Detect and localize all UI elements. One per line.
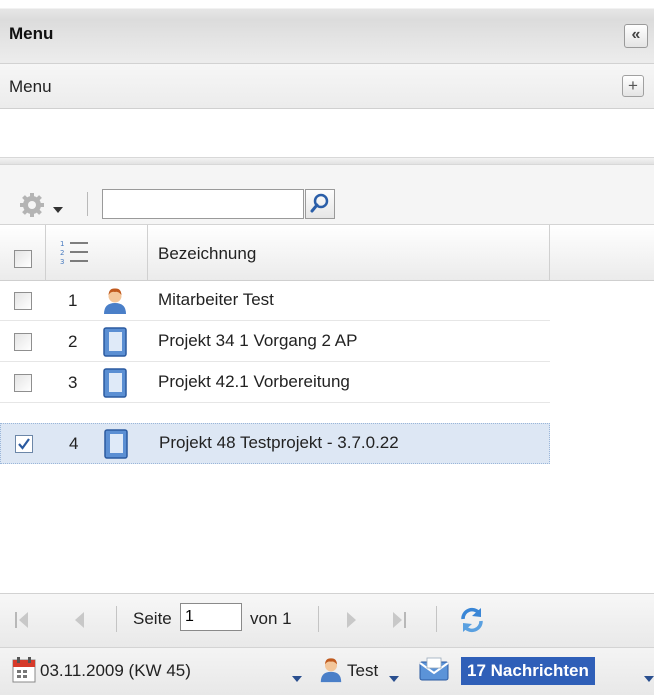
search-icon	[310, 193, 329, 213]
table-row[interactable]: 2 Projekt 34 1 Vorgang 2 AP	[0, 322, 550, 362]
table-row-selected[interactable]: 4 Projekt 48 Testprojekt - 3.7.0.22	[0, 423, 550, 464]
next-page-icon[interactable]	[345, 611, 359, 634]
calendar-icon[interactable]	[12, 657, 36, 688]
row-label: Projekt 34 1 Vorgang 2 AP	[158, 331, 358, 350]
row-label: Mitarbeiter Test	[158, 290, 274, 309]
menu-panel-title: Menu	[9, 24, 54, 43]
page-label: Seite	[133, 609, 172, 628]
grid-header	[0, 225, 654, 281]
page-total: von 1	[250, 609, 292, 628]
expand-menu-button[interactable]: +	[622, 75, 644, 97]
user-icon[interactable]	[318, 656, 344, 689]
search-input[interactable]	[102, 189, 304, 219]
pager-separator	[116, 606, 117, 632]
table-row[interactable]: 3 Projekt 42.1 Vorbereitung	[0, 363, 550, 403]
row-number: 1	[68, 291, 78, 310]
menu-accordion-label: Menu	[9, 77, 52, 96]
book-icon	[101, 327, 129, 362]
first-page-icon[interactable]	[14, 611, 30, 634]
panel-divider	[0, 157, 654, 165]
row-number: 4	[69, 434, 79, 453]
column-header-bezeichnung[interactable]: Bezeichnung	[158, 244, 256, 264]
refresh-icon[interactable]	[458, 606, 486, 639]
row-checkbox[interactable]	[14, 374, 32, 392]
chevron-down-icon[interactable]	[389, 669, 399, 689]
collapse-panel-button[interactable]: «	[624, 24, 648, 48]
checkmark-icon	[18, 438, 30, 450]
column-divider	[45, 225, 46, 281]
book-icon	[102, 429, 130, 464]
current-user[interactable]: Test	[347, 661, 378, 681]
menu-panel-header	[0, 0, 654, 63]
pager-separator	[436, 606, 437, 632]
select-all-checkbox[interactable]	[14, 250, 32, 268]
previous-page-icon[interactable]	[72, 611, 86, 634]
chevron-down-icon[interactable]	[644, 669, 654, 689]
current-date[interactable]: 03.11.2009 (KW 45)	[40, 661, 191, 681]
messages-badge[interactable]: 17 Nachrichten	[461, 657, 595, 685]
row-number: 2	[68, 332, 78, 351]
chevron-down-icon[interactable]	[53, 200, 63, 220]
svg-text:1: 1	[60, 240, 64, 248]
user-icon	[101, 286, 129, 321]
row-label: Projekt 42.1 Vorbereitung	[158, 372, 350, 391]
row-label: Projekt 48 Testprojekt - 3.7.0.22	[159, 433, 399, 452]
menu-accordion-row[interactable]	[0, 63, 654, 109]
row-number: 3	[68, 373, 78, 392]
row-checkbox-checked[interactable]	[15, 435, 33, 453]
row-checkbox[interactable]	[14, 333, 32, 351]
pager-separator	[318, 606, 319, 632]
mail-icon[interactable]	[418, 657, 450, 688]
toolbar-separator	[87, 192, 88, 216]
book-icon	[101, 368, 129, 403]
table-row[interactable]: 1 Mitarbeiter Test	[0, 281, 550, 321]
column-divider	[147, 225, 148, 281]
search-button[interactable]	[305, 189, 335, 219]
svg-text:3: 3	[60, 258, 64, 266]
column-divider	[549, 225, 550, 281]
gear-icon[interactable]	[14, 192, 50, 223]
chevron-down-icon[interactable]	[292, 669, 302, 689]
last-page-icon[interactable]	[391, 611, 407, 634]
page-number-input[interactable]	[180, 603, 242, 631]
svg-text:2: 2	[60, 249, 64, 257]
row-checkbox[interactable]	[14, 292, 32, 310]
numbered-list-icon[interactable]: 123	[60, 238, 90, 273]
paging-toolbar	[0, 593, 654, 647]
